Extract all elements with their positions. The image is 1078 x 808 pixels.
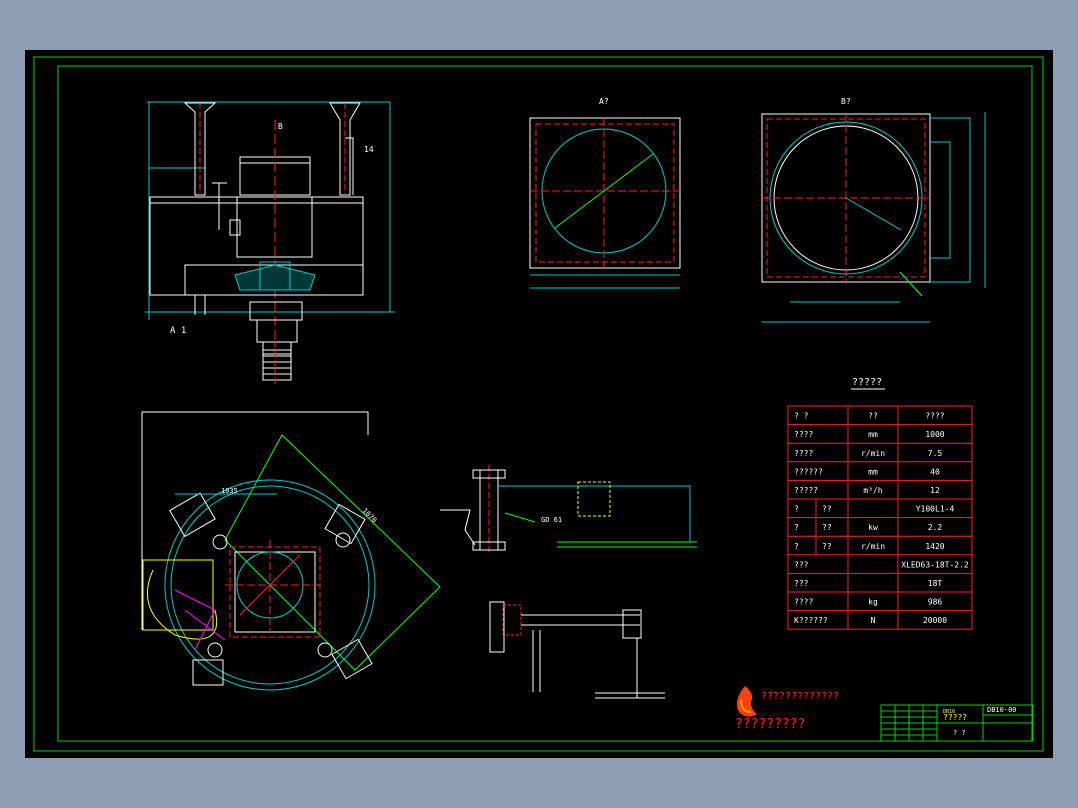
table-row-name: ???? [794,449,813,458]
spec-table: ? ??????????? mm 1000???? r/min 7.5?????? mm 4… [787,405,973,630]
plan-view [141,411,441,691]
angle-label: 14 [364,145,374,154]
table-row-name: ? [794,505,799,514]
table-row-value: 2.2 [928,523,943,532]
logo-line-1: ????????????? [761,691,839,702]
table-row-unit: mm [868,467,878,476]
table-row-value: 7.5 [928,449,943,458]
table-header-cell: ???? [925,412,944,421]
table-header-cell: ?? [868,412,878,421]
table-row-name: ???? [794,430,813,439]
title-label-1: ? ? [953,729,966,737]
table-row-value: 12 [930,486,940,495]
table-row-value: Y100L1-4 [916,505,955,514]
table-row-name: ????? [794,486,818,495]
table-row-name: ???? [794,598,813,607]
table-row-value: 18T [928,579,943,588]
section-label: A 1 [170,326,186,336]
table-row-unit: mm [868,430,878,439]
table-title: ????? [852,377,882,388]
table-row-name: ??? [794,579,809,588]
table-row-name: K?????? [794,616,828,625]
logo-line-2: ????????? [735,717,805,732]
view-b [761,112,986,323]
inner-frame [57,65,1033,742]
table-row-sub: ?? [822,542,832,551]
detail-view-2 [489,601,665,699]
table-row-sub: ?? [822,505,832,514]
detail-view-1 [440,465,697,555]
table-row-value: 20000 [923,616,947,625]
title-tag: DB10 [943,709,955,715]
mark-b: B [278,122,283,131]
view-a [529,117,681,289]
table-row-name: ??? [794,560,809,569]
table-row-value: 1000 [925,430,944,439]
table-row-sub: ?? [822,523,832,532]
table-row-unit: m³/h [863,486,882,495]
logo-mark [737,686,757,717]
table-row-name: ? [794,542,799,551]
dim-gd61: GD 61 [541,516,562,524]
front-section-view [145,101,395,385]
drawing-canvas: A 1 B 14 A? B? 1035 1070 GD 61 ? ? ?? ??… [25,50,1053,758]
dim-1035: 1035 [221,487,238,495]
table-row-value: 986 [928,598,943,607]
table-row-unit: r/min [861,542,885,551]
table-row-value: XLED63-18T-2.2 [901,560,969,569]
view-b-title: B? [841,97,851,106]
table-row-unit: N [871,616,876,625]
table-row-unit: r/min [861,449,885,458]
title-drawing-no: DB10-00 [987,706,1017,714]
table-row-value: 40 [930,467,940,476]
table-row-name: ? [794,523,799,532]
table-row-unit: kw [868,523,878,532]
cad-drawing: A 1 B 14 A? B? 1035 1070 GD 61 ? ? ?? ??… [33,56,1044,752]
view-a-title: A? [599,97,609,106]
table-row-name: ?????? [794,467,823,476]
table-row-unit: kg [868,598,878,607]
table-header-cell: ? ? [794,412,809,421]
table-row-value: 1420 [925,542,944,551]
